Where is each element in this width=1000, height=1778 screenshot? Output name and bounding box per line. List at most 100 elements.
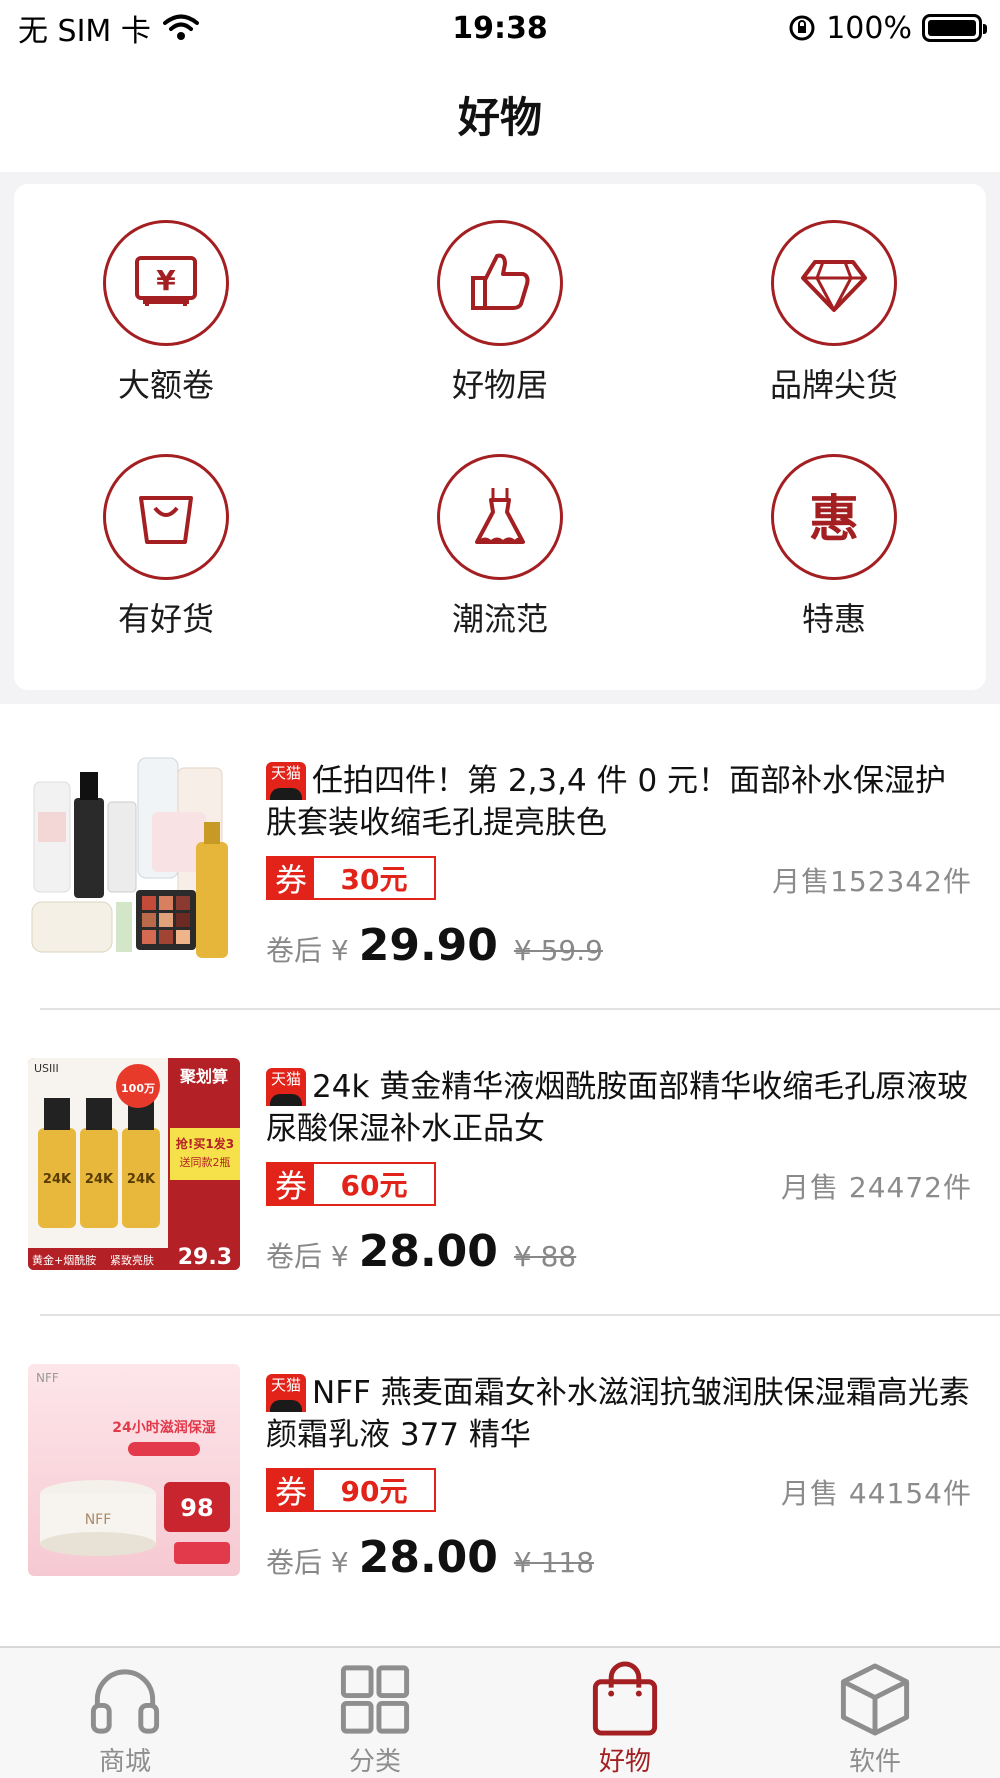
gold-serum-bottle-label: 24K [85,1172,114,1187]
status-right: 100% [788,10,987,46]
gold-serum-image: USIII 24K 24K 24K 100万 聚划算 抢!买1发3 送同款2瓶 … [28,1058,240,1270]
product-image-skincare-set[interactable] [28,752,240,964]
rotation-lock-icon [789,15,815,41]
price-prefix: 卷后 ¥ [266,1240,349,1273]
tmall-badge: 天猫 [266,1374,306,1412]
category-circle [771,220,897,346]
skincare-set-image [28,752,240,964]
tab-label: 好物 [598,1747,651,1777]
coupon-tag: 券 [268,858,314,899]
coupon-tag: 券 [268,1164,314,1205]
coupon-icon: ¥ [135,256,197,306]
category-circle [437,454,563,580]
battery-percent: 100% [826,10,912,46]
gold-serum-bottom-left: 黄金+烟酰胺 [32,1253,96,1267]
product-title[interactable]: 天猫 任拍四件！第 2,3,4 件 0 元！面部补水保湿护肤套装收缩毛孔提亮肤色 [266,760,976,844]
gold-serum-bottom-mid: 紧致亮肤 [110,1253,154,1267]
diamond-icon [801,260,867,312]
nav-bar: 好物 [0,56,1000,172]
price-prefix: 卷后 ¥ [266,934,349,967]
category-label: 大额卷 [117,366,214,404]
tab-good-stuff[interactable]: 好物 [500,1648,750,1778]
dress-icon [475,488,525,545]
product-card[interactable]: NFF 24小时滋润保湿 NFF 98 天猫 NFF 燕麦面霜女补水滋润抗皱润肤保… [0,1316,1000,1622]
price-prefix: 卷后 ¥ [266,1546,349,1579]
face-cream-image: NFF 24小时滋润保湿 NFF 98 [28,1364,240,1576]
gold-serum-bottle-label: 24K [127,1172,156,1187]
cube-icon [840,1663,910,1736]
gold-serum-brand: USIII [34,1062,59,1075]
grid-icon [340,1665,410,1734]
hui-glyph: 惠 [809,490,859,548]
coupon-badge[interactable]: 券 30元 [266,856,436,900]
gold-serum-bottom-price: 29.3 [178,1245,232,1270]
price-current: 29.90 [358,920,498,971]
price-current: 28.00 [358,1226,498,1277]
category-card: ¥ 大额卷 好物居 品牌尖货 有好货 潮流范 惠 特惠 [14,184,986,690]
category-item-brand-goods[interactable]: 品牌尖货 [734,220,934,420]
coupon-amount: 30元 [340,863,408,896]
price-original: ¥ 88 [513,1240,577,1273]
monthly-sales: 月售 44154件 [781,1477,972,1510]
product-title-text: 24k 黄金精华液烟酰胺面部精华收缩毛孔原液玻尿酸保湿补水正品女 [266,1069,969,1147]
tmall-badge: 天猫 [266,762,306,800]
tab-software[interactable]: 软件 [750,1648,1000,1778]
price-row: 卷后 ¥ 28.00 ¥ 118 [266,1532,594,1583]
monthly-sales: 月售152342件 [772,865,972,898]
tab-label: 分类 [348,1747,401,1777]
coupon-amount: 90元 [340,1475,408,1508]
category-label: 潮流范 [451,600,548,638]
wifi-icon [162,14,199,40]
svg-text:¥: ¥ [156,264,176,297]
coupon-amount: 60元 [340,1169,408,1202]
price-row: 卷后 ¥ 29.90 ¥ 59.9 [266,920,603,971]
tab-mall[interactable]: 商城 [0,1648,250,1778]
category-circle [437,220,563,346]
gold-serum-sold: 100万 [121,1082,155,1095]
product-image-face-cream[interactable]: NFF 24小时滋润保湿 NFF 98 [28,1364,240,1576]
gold-serum-bottle-label: 24K [43,1172,72,1187]
product-title-text: NFF 燕麦面霜女补水滋润抗皱润肤保湿霜高光素颜霜乳液 377 精华 [266,1375,970,1453]
tab-bar: 商城 分类 好物 软件 [0,1646,1000,1778]
category-item-good-goods[interactable]: 有好货 [66,454,266,654]
gold-serum-banner: 聚划算 [179,1067,228,1086]
page-title: 好物 [457,92,542,142]
carrier-label: 无 SIM 卡 [18,14,151,49]
category-item-good-home[interactable]: 好物居 [400,220,600,420]
category-item-big-coupon[interactable]: ¥ 大额卷 [66,220,266,420]
tmall-badge: 天猫 [266,1068,306,1106]
category-circle: ¥ [103,220,229,346]
category-label: 有好货 [117,600,214,638]
status-bar: 无 SIM 卡 19:38 100% [0,0,1000,56]
status-left: 无 SIM 卡 [18,6,199,50]
face-cream-jar-label: NFF [85,1512,112,1528]
face-cream-brand: NFF [36,1371,59,1385]
product-title[interactable]: 天猫 NFF 燕麦面霜女补水滋润抗皱润肤保湿霜高光素颜霜乳液 377 精华 [266,1372,976,1456]
hui-icon: 惠 [809,490,859,548]
product-card[interactable]: 天猫 任拍四件！第 2,3,4 件 0 元！面部补水保湿护肤套装收缩毛孔提亮肤色 … [0,704,1000,1010]
category-label: 品牌尖货 [769,366,898,404]
price-original: ¥ 118 [513,1546,595,1579]
price-current: 28.00 [358,1532,498,1583]
battery-icon [922,14,987,42]
category-item-trend[interactable]: 潮流范 [400,454,600,654]
price-row: 卷后 ¥ 28.00 ¥ 88 [266,1226,576,1277]
price-original: ¥ 59.9 [513,934,603,967]
monthly-sales: 月售 24472件 [781,1171,972,1204]
tab-label: 软件 [848,1747,901,1777]
gold-serum-promo: 抢!买1发3 [176,1136,234,1151]
shopping-bag-icon [139,496,193,544]
thumbs-up-icon [471,253,530,310]
coupon-tag: 券 [268,1470,314,1511]
product-image-gold-serum[interactable]: USIII 24K 24K 24K 100万 聚划算 抢!买1发3 送同款2瓶 … [28,1058,240,1270]
category-circle: 惠 [771,454,897,580]
product-title-text: 任拍四件！第 2,3,4 件 0 元！面部补水保湿护肤套装收缩毛孔提亮肤色 [266,763,947,841]
coupon-badge[interactable]: 券 60元 [266,1162,436,1206]
category-label: 好物居 [451,366,548,404]
tab-category[interactable]: 分类 [250,1648,500,1778]
shopping-bag-icon [592,1661,658,1736]
category-item-discount[interactable]: 惠 特惠 [734,454,934,654]
product-card[interactable]: USIII 24K 24K 24K 100万 聚划算 抢!买1发3 送同款2瓶 … [0,1010,1000,1316]
coupon-badge[interactable]: 券 90元 [266,1468,436,1512]
product-title[interactable]: 天猫 24k 黄金精华液烟酰胺面部精华收缩毛孔原液玻尿酸保湿补水正品女 [266,1066,976,1150]
